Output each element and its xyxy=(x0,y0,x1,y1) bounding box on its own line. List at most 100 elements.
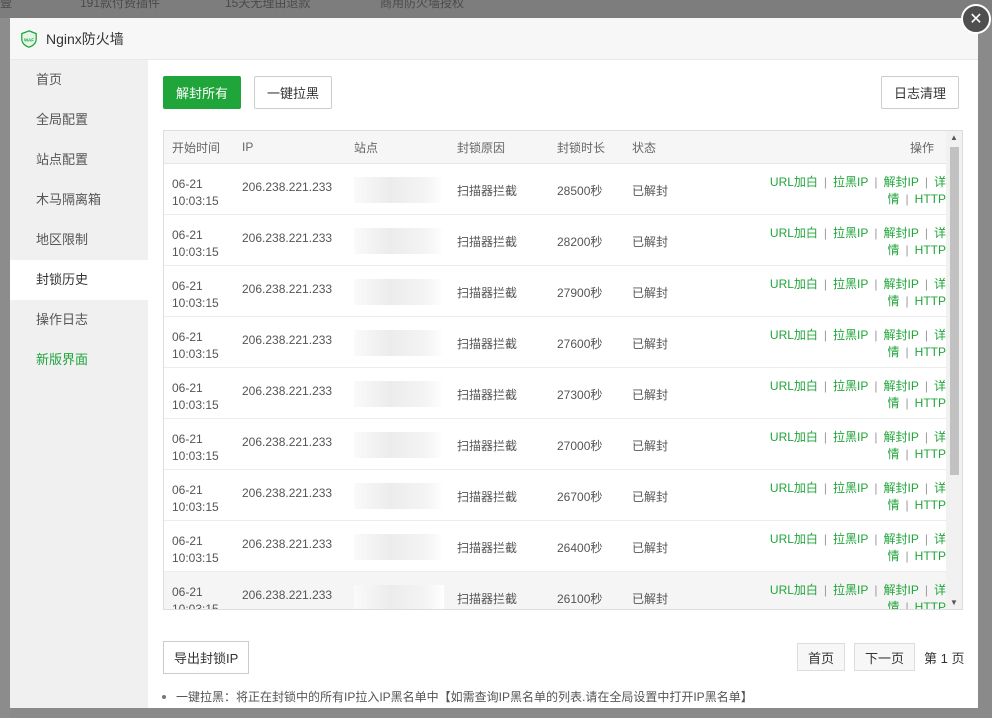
detail-link[interactable]: 详 xyxy=(934,379,946,393)
row-actions: URL加白 | 拉黑IP | 解封IP | 详情 | HTTP xyxy=(770,429,946,463)
unblock-ip-link[interactable]: 解封IP xyxy=(884,430,919,444)
table-row: 06-21 10:03:15 206.238.221.233 扫描器拦截 27300秒 已… xyxy=(164,368,962,419)
row-start-time: 06-21 10:03:15 xyxy=(172,533,219,567)
block-ip-link[interactable]: 拉黑IP xyxy=(833,430,868,444)
url-whitelist-link[interactable]: URL加白 xyxy=(770,328,818,342)
detail-link[interactable]: 情 xyxy=(888,192,900,206)
block-ip-link[interactable]: 拉黑IP xyxy=(833,583,868,597)
http-link[interactable]: HTTP xyxy=(915,192,946,206)
detail-link[interactable]: 详 xyxy=(934,277,946,291)
table-scrollbar[interactable]: ▲ ▼ xyxy=(946,131,962,609)
row-reason: 扫描器拦截 xyxy=(457,286,518,300)
detail-link[interactable]: 详 xyxy=(934,226,946,240)
row-site-redacted xyxy=(354,483,444,509)
block-ip-link[interactable]: 拉黑IP xyxy=(833,328,868,342)
blacklist-all-button[interactable]: 一键拉黑 xyxy=(254,76,333,109)
sidebar-item-operation-log[interactable]: 操作日志 xyxy=(10,300,148,340)
scroll-down-icon[interactable]: ▼ xyxy=(949,598,959,607)
url-whitelist-link[interactable]: URL加白 xyxy=(770,277,818,291)
http-link[interactable]: HTTP xyxy=(915,396,946,410)
http-link[interactable]: HTTP xyxy=(915,345,946,359)
detail-link[interactable]: 情 xyxy=(888,447,900,461)
separator: | xyxy=(905,600,909,610)
row-date: 06-21 xyxy=(172,330,203,344)
http-link[interactable]: HTTP xyxy=(915,498,946,512)
separator: | xyxy=(823,430,828,444)
scroll-up-icon[interactable]: ▲ xyxy=(949,133,959,142)
row-reason: 扫描器拦截 xyxy=(457,184,518,198)
detail-link[interactable]: 情 xyxy=(888,243,900,257)
url-whitelist-link[interactable]: URL加白 xyxy=(770,532,818,546)
row-start-time: 06-21 10:03:15 xyxy=(172,227,219,261)
http-link[interactable]: HTTP xyxy=(915,600,946,609)
block-ip-link[interactable]: 拉黑IP xyxy=(833,226,868,240)
url-whitelist-link[interactable]: URL加白 xyxy=(770,583,818,597)
header-site: 站点 xyxy=(354,140,379,155)
http-link[interactable]: HTTP xyxy=(915,447,946,461)
row-status: 已解封 xyxy=(632,541,669,555)
url-whitelist-link[interactable]: URL加白 xyxy=(770,379,818,393)
http-link[interactable]: HTTP xyxy=(915,549,946,563)
table-row: 06-21 10:03:15 206.238.221.233 扫描器拦截 28500秒 已… xyxy=(164,164,962,215)
row-actions: URL加白 | 拉黑IP | 解封IP | 详情 | HTTP xyxy=(770,276,946,310)
unblock-ip-link[interactable]: 解封IP xyxy=(884,226,919,240)
unblock-ip-link[interactable]: 解封IP xyxy=(884,583,919,597)
sidebar-item-global-config[interactable]: 全局配置 xyxy=(10,100,148,140)
row-ip: 206.238.221.233 xyxy=(242,384,333,398)
export-blocked-ip-button[interactable]: 导出封锁IP xyxy=(163,640,250,674)
block-ip-link[interactable]: 拉黑IP xyxy=(833,379,868,393)
separator: | xyxy=(905,243,909,257)
close-button[interactable]: ✕ xyxy=(961,4,991,34)
detail-link[interactable]: 详 xyxy=(934,328,946,342)
separator: | xyxy=(874,481,878,495)
svg-text:WAF: WAF xyxy=(24,37,34,42)
sidebar-item-home[interactable]: 首页 xyxy=(10,60,148,100)
row-site-redacted xyxy=(354,534,444,560)
url-whitelist-link[interactable]: URL加白 xyxy=(770,430,818,444)
detail-link[interactable]: 详 xyxy=(934,175,946,189)
sidebar-item-trojan-quarantine[interactable]: 木马隔离箱 xyxy=(10,180,148,220)
unblock-all-button[interactable]: 解封所有 xyxy=(163,76,242,109)
sidebar-item-region-limit[interactable]: 地区限制 xyxy=(10,220,148,260)
row-time: 10:03:15 xyxy=(172,398,219,412)
separator: | xyxy=(905,447,909,461)
detail-link[interactable]: 详 xyxy=(934,532,946,546)
detail-link[interactable]: 情 xyxy=(888,345,900,359)
http-link[interactable]: HTTP xyxy=(915,294,946,308)
block-ip-link[interactable]: 拉黑IP xyxy=(833,481,868,495)
url-whitelist-link[interactable]: URL加白 xyxy=(770,226,818,240)
detail-link[interactable]: 情 xyxy=(888,498,900,512)
unblock-ip-link[interactable]: 解封IP xyxy=(884,277,919,291)
next-page-button[interactable]: 下一页 xyxy=(854,643,916,671)
clear-logs-button[interactable]: 日志清理 xyxy=(881,76,960,109)
row-date: 06-21 xyxy=(172,534,203,548)
scroll-thumb[interactable] xyxy=(950,147,959,475)
block-ip-link[interactable]: 拉黑IP xyxy=(833,277,868,291)
http-link[interactable]: HTTP xyxy=(915,243,946,257)
detail-link[interactable]: 情 xyxy=(888,549,900,563)
separator: | xyxy=(924,583,928,597)
block-ip-link[interactable]: 拉黑IP xyxy=(833,175,868,189)
detail-link[interactable]: 详 xyxy=(934,430,946,444)
unblock-ip-link[interactable]: 解封IP xyxy=(884,328,919,342)
url-whitelist-link[interactable]: URL加白 xyxy=(770,175,818,189)
detail-link[interactable]: 情 xyxy=(888,396,900,410)
unblock-ip-link[interactable]: 解封IP xyxy=(884,379,919,393)
first-page-button[interactable]: 首页 xyxy=(797,643,846,671)
row-time: 10:03:15 xyxy=(172,296,219,310)
unblock-ip-link[interactable]: 解封IP xyxy=(884,175,919,189)
unblock-ip-link[interactable]: 解封IP xyxy=(884,481,919,495)
unblock-ip-link[interactable]: 解封IP xyxy=(884,532,919,546)
block-ip-link[interactable]: 拉黑IP xyxy=(833,532,868,546)
sidebar-item-new-ui[interactable]: 新版界面 xyxy=(10,340,148,380)
sidebar-item-block-history[interactable]: 封锁历史 xyxy=(10,260,148,300)
sidebar-item-site-config[interactable]: 站点配置 xyxy=(10,140,148,180)
detail-link[interactable]: 详 xyxy=(934,481,946,495)
detail-link[interactable]: 情 xyxy=(888,294,900,308)
url-whitelist-link[interactable]: URL加白 xyxy=(770,481,818,495)
detail-link[interactable]: 详 xyxy=(934,583,946,597)
detail-link[interactable]: 情 xyxy=(888,600,900,609)
row-time: 10:03:15 xyxy=(172,500,219,514)
separator: | xyxy=(874,379,878,393)
row-duration: 28500秒 xyxy=(557,184,603,198)
